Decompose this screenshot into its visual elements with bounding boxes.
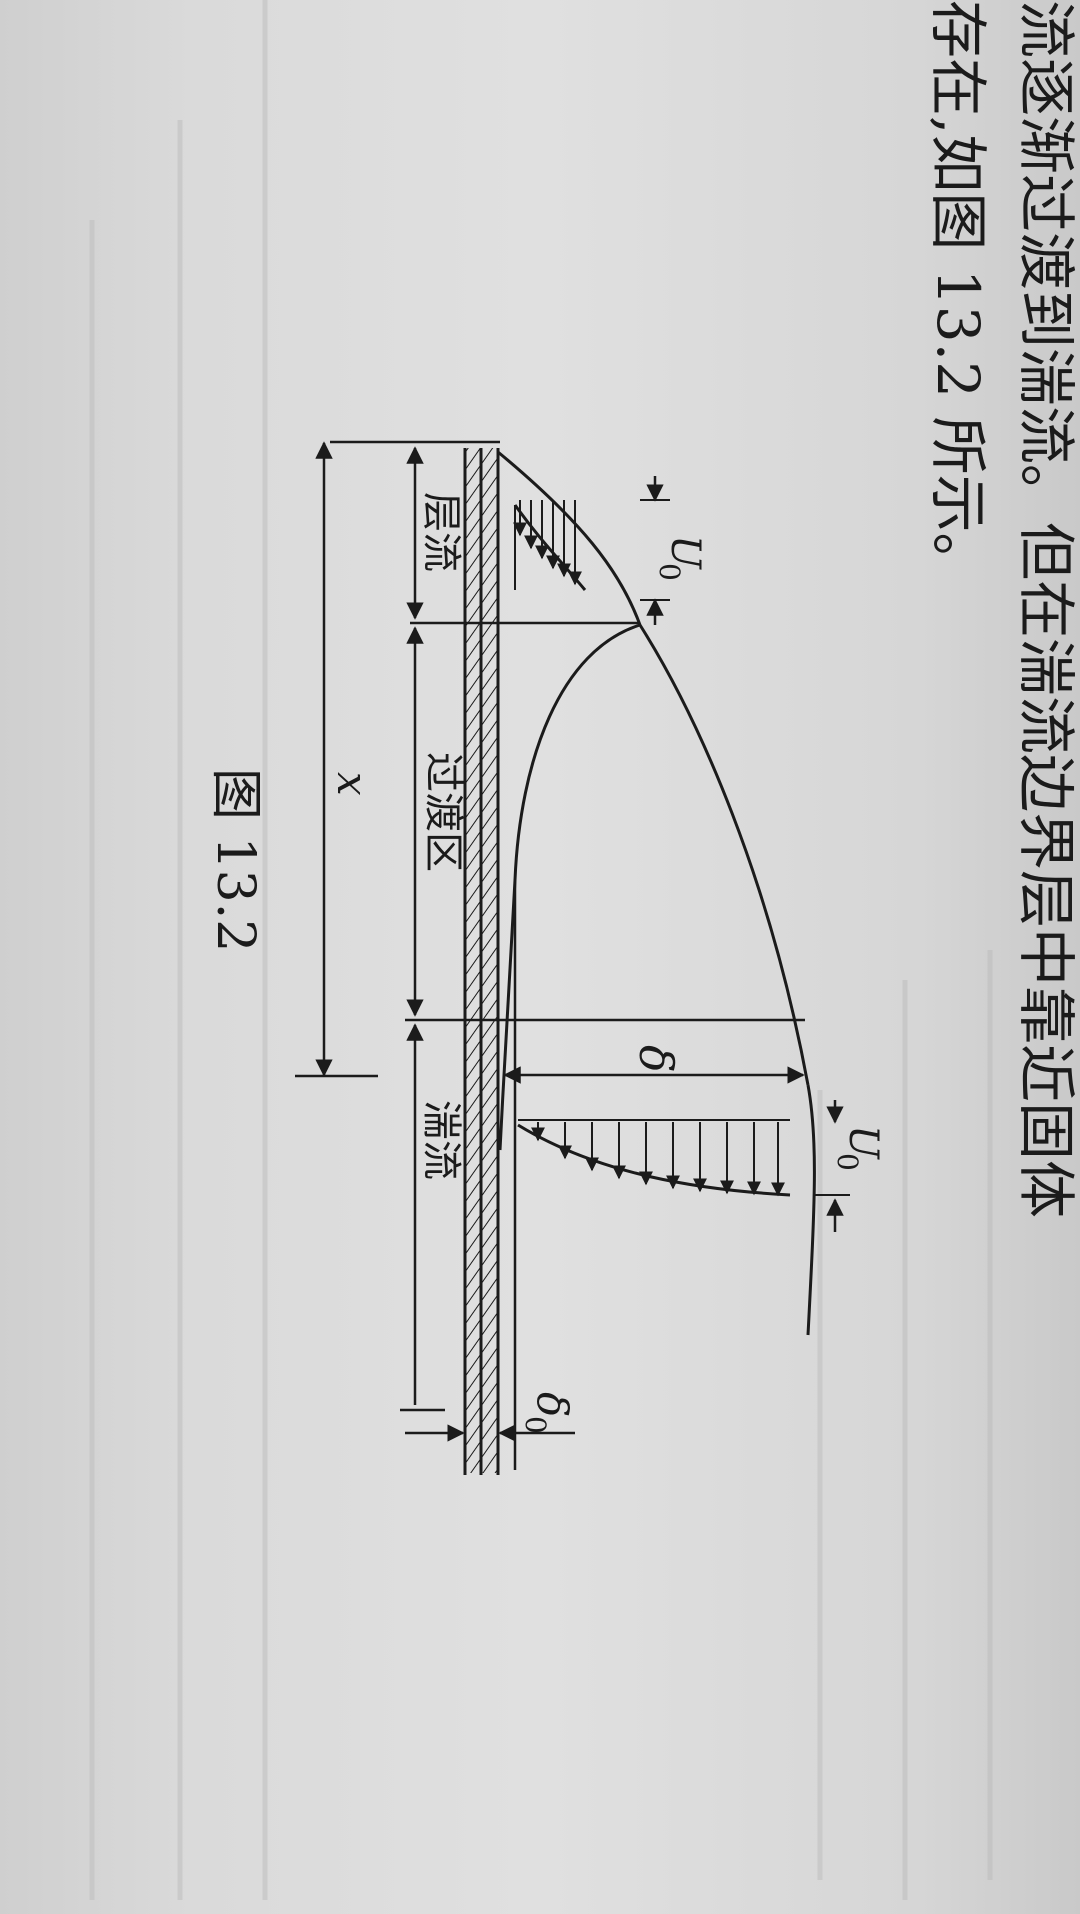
flat-plate — [463, 448, 500, 1475]
figure-caption: 图 13.2 — [205, 768, 265, 952]
diagram-labels: U 0 U 0 层流 过渡区 湍流 x δ δ 0 — [328, 492, 886, 1434]
transition-label: 过渡区 — [420, 752, 466, 872]
viscous-sublayer-curve — [498, 623, 641, 1151]
page-text: 流逐渐过渡到湍流。但在湍流边界层中靠近固体 存在,如图 13.2 所示。 — [924, 0, 1080, 1218]
text-line-2: 存在,如图 13.2 所示。 — [924, 0, 992, 590]
boundary-layer-extension — [806, 1084, 816, 1336]
text-line-1: 流逐渐过渡到湍流。但在湍流边界层中靠近固体 — [1012, 0, 1080, 1218]
scanned-page: 流逐渐过渡到湍流。但在湍流边界层中靠近固体 存在,如图 13.2 所示。 U 0… — [89, 0, 1080, 1900]
u0-bottom-subscript: 0 — [831, 1153, 864, 1171]
laminar-velocity-profile — [513, 500, 587, 591]
u0-top-subscript: 0 — [653, 563, 686, 581]
delta0-subscript: 0 — [519, 1416, 552, 1434]
laminar-label: 层流 — [418, 492, 464, 572]
region-boundary-lines — [295, 440, 805, 1412]
delta-label: δ — [629, 1045, 683, 1073]
turbulent-velocity-profile — [517, 1119, 791, 1197]
boundary-layer-outer-curve — [497, 450, 810, 1086]
turbulent-label: 湍流 — [418, 1100, 464, 1180]
x-label: x — [328, 772, 377, 796]
delta0-label: δ — [528, 1392, 577, 1417]
